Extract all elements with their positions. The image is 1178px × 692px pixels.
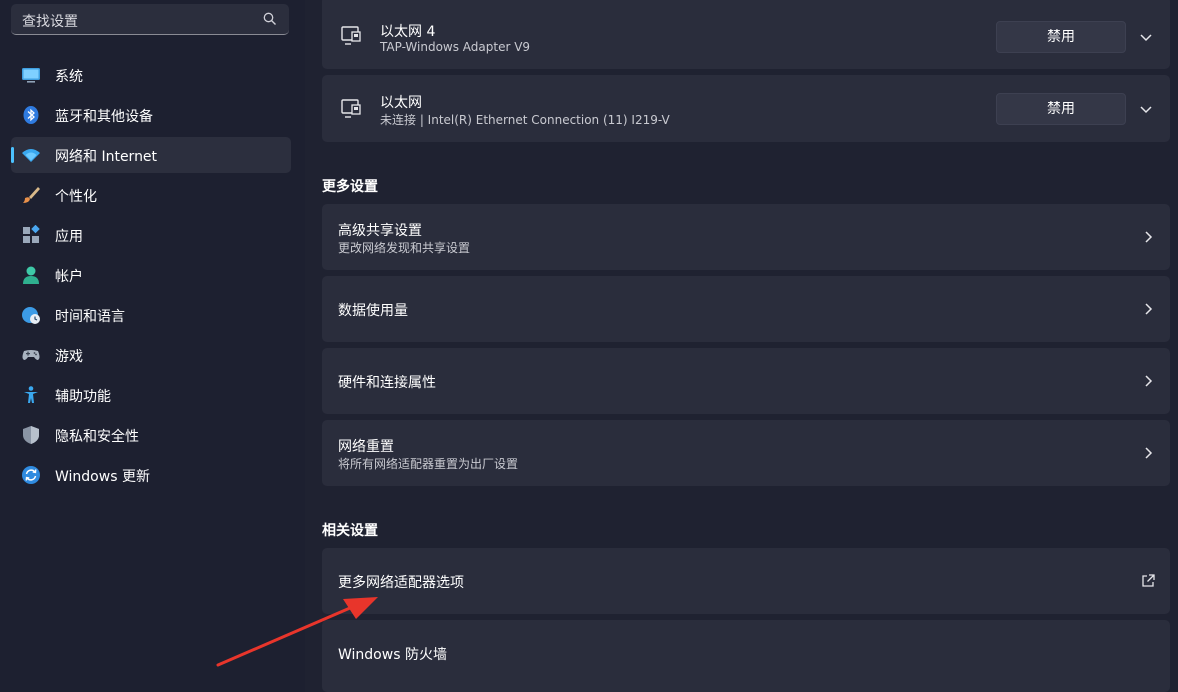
adapter-card-ethernet[interactable]: 以太网 未连接 | Intel(R) Ethernet Connection (…	[322, 75, 1170, 142]
brush-icon	[23, 187, 40, 203]
monitor-icon	[22, 68, 40, 83]
main-content: 以太网 4 TAP-Windows Adapter V9 禁用 以太网 未连接 …	[322, 0, 1170, 692]
sidebar-item-windows-update[interactable]: Windows 更新	[11, 457, 291, 493]
person-icon	[23, 266, 39, 284]
setting-windows-firewall[interactable]: Windows 防火墙	[322, 620, 1170, 692]
chevron-down-icon[interactable]	[1138, 29, 1154, 45]
setting-title: 硬件和连接属性	[338, 375, 436, 391]
chevron-right-icon	[1145, 231, 1153, 243]
sidebar-item-accessibility[interactable]: 辅助功能	[11, 377, 291, 413]
sidebar-item-label: 游戏	[55, 349, 83, 365]
adapter-name: 以太网 4	[380, 24, 436, 40]
chevron-down-icon[interactable]	[1138, 101, 1154, 117]
adapter-card-ethernet-4[interactable]: 以太网 4 TAP-Windows Adapter V9 禁用	[322, 0, 1170, 69]
globe-clock-icon	[22, 307, 40, 324]
bluetooth-icon	[23, 106, 39, 124]
disable-button[interactable]: 禁用	[996, 21, 1126, 53]
sidebar-item-personalization[interactable]: 个性化	[11, 177, 291, 213]
sidebar-item-time-language[interactable]: 时间和语言	[11, 297, 291, 333]
accessibility-icon	[24, 386, 38, 403]
setting-subtitle: 将所有网络适配器重置为出厂设置	[338, 457, 519, 471]
sidebar-item-label: 帐户	[55, 269, 83, 285]
sidebar-item-label: Windows 更新	[55, 469, 150, 485]
setting-title: 高级共享设置	[338, 223, 422, 239]
sidebar-item-gaming[interactable]: 游戏	[11, 337, 291, 373]
search-input[interactable]: 查找设置	[22, 11, 78, 31]
adapter-description: TAP-Windows Adapter V9	[380, 40, 531, 54]
chevron-right-icon	[1145, 375, 1153, 387]
chevron-right-icon	[1145, 303, 1153, 315]
disable-button[interactable]: 禁用	[996, 93, 1126, 125]
setting-data-usage[interactable]: 数据使用量	[322, 276, 1170, 342]
sidebar-item-label: 网络和 Internet	[55, 149, 158, 165]
shield-icon	[23, 426, 39, 444]
ethernet-icon	[341, 26, 361, 45]
search-icon[interactable]	[263, 12, 277, 26]
setting-network-reset[interactable]: 网络重置 将所有网络适配器重置为出厂设置	[322, 420, 1170, 486]
apps-icon	[23, 225, 40, 243]
sidebar-item-label: 应用	[55, 229, 83, 245]
setting-title: 数据使用量	[338, 303, 408, 319]
chevron-right-icon	[1145, 447, 1153, 459]
section-title-more-settings: 更多设置	[322, 179, 378, 195]
adapter-description: 未连接 | Intel(R) Ethernet Connection (11) …	[380, 113, 670, 127]
sidebar: 查找设置 系统 蓝牙和其他设备 网络和 Internet 个性化 应用 帐户 时…	[0, 0, 305, 692]
sidebar-item-bluetooth[interactable]: 蓝牙和其他设备	[11, 97, 291, 133]
sidebar-item-label: 时间和语言	[55, 309, 125, 325]
sidebar-item-accounts[interactable]: 帐户	[11, 257, 291, 293]
setting-more-adapter-options[interactable]: 更多网络适配器选项	[322, 548, 1170, 614]
external-link-icon	[1142, 574, 1155, 587]
setting-title: 网络重置	[338, 439, 394, 455]
sidebar-item-label: 隐私和安全性	[55, 429, 139, 445]
sidebar-item-label: 辅助功能	[55, 389, 111, 405]
refresh-icon	[22, 466, 40, 484]
setting-hardware-properties[interactable]: 硬件和连接属性	[322, 348, 1170, 414]
ethernet-icon	[341, 99, 361, 118]
sidebar-item-privacy[interactable]: 隐私和安全性	[11, 417, 291, 453]
gamepad-icon	[22, 350, 40, 360]
search-box[interactable]: 查找设置	[11, 4, 289, 35]
adapter-name: 以太网	[380, 95, 422, 111]
wifi-icon	[22, 149, 40, 162]
sidebar-item-network[interactable]: 网络和 Internet	[11, 137, 291, 173]
section-title-related-settings: 相关设置	[322, 523, 378, 539]
sidebar-nav: 系统 蓝牙和其他设备 网络和 Internet 个性化 应用 帐户 时间和语言 …	[11, 57, 291, 497]
sidebar-item-label: 蓝牙和其他设备	[55, 109, 153, 125]
sidebar-item-system[interactable]: 系统	[11, 57, 291, 93]
annotation-arrow	[216, 597, 378, 667]
setting-advanced-sharing[interactable]: 高级共享设置 更改网络发现和共享设置	[322, 204, 1170, 270]
sidebar-item-label: 个性化	[55, 189, 97, 205]
setting-subtitle: 更改网络发现和共享设置	[338, 241, 471, 255]
sidebar-item-apps[interactable]: 应用	[11, 217, 291, 253]
setting-title: 更多网络适配器选项	[338, 575, 464, 591]
sidebar-item-label: 系统	[55, 69, 83, 85]
